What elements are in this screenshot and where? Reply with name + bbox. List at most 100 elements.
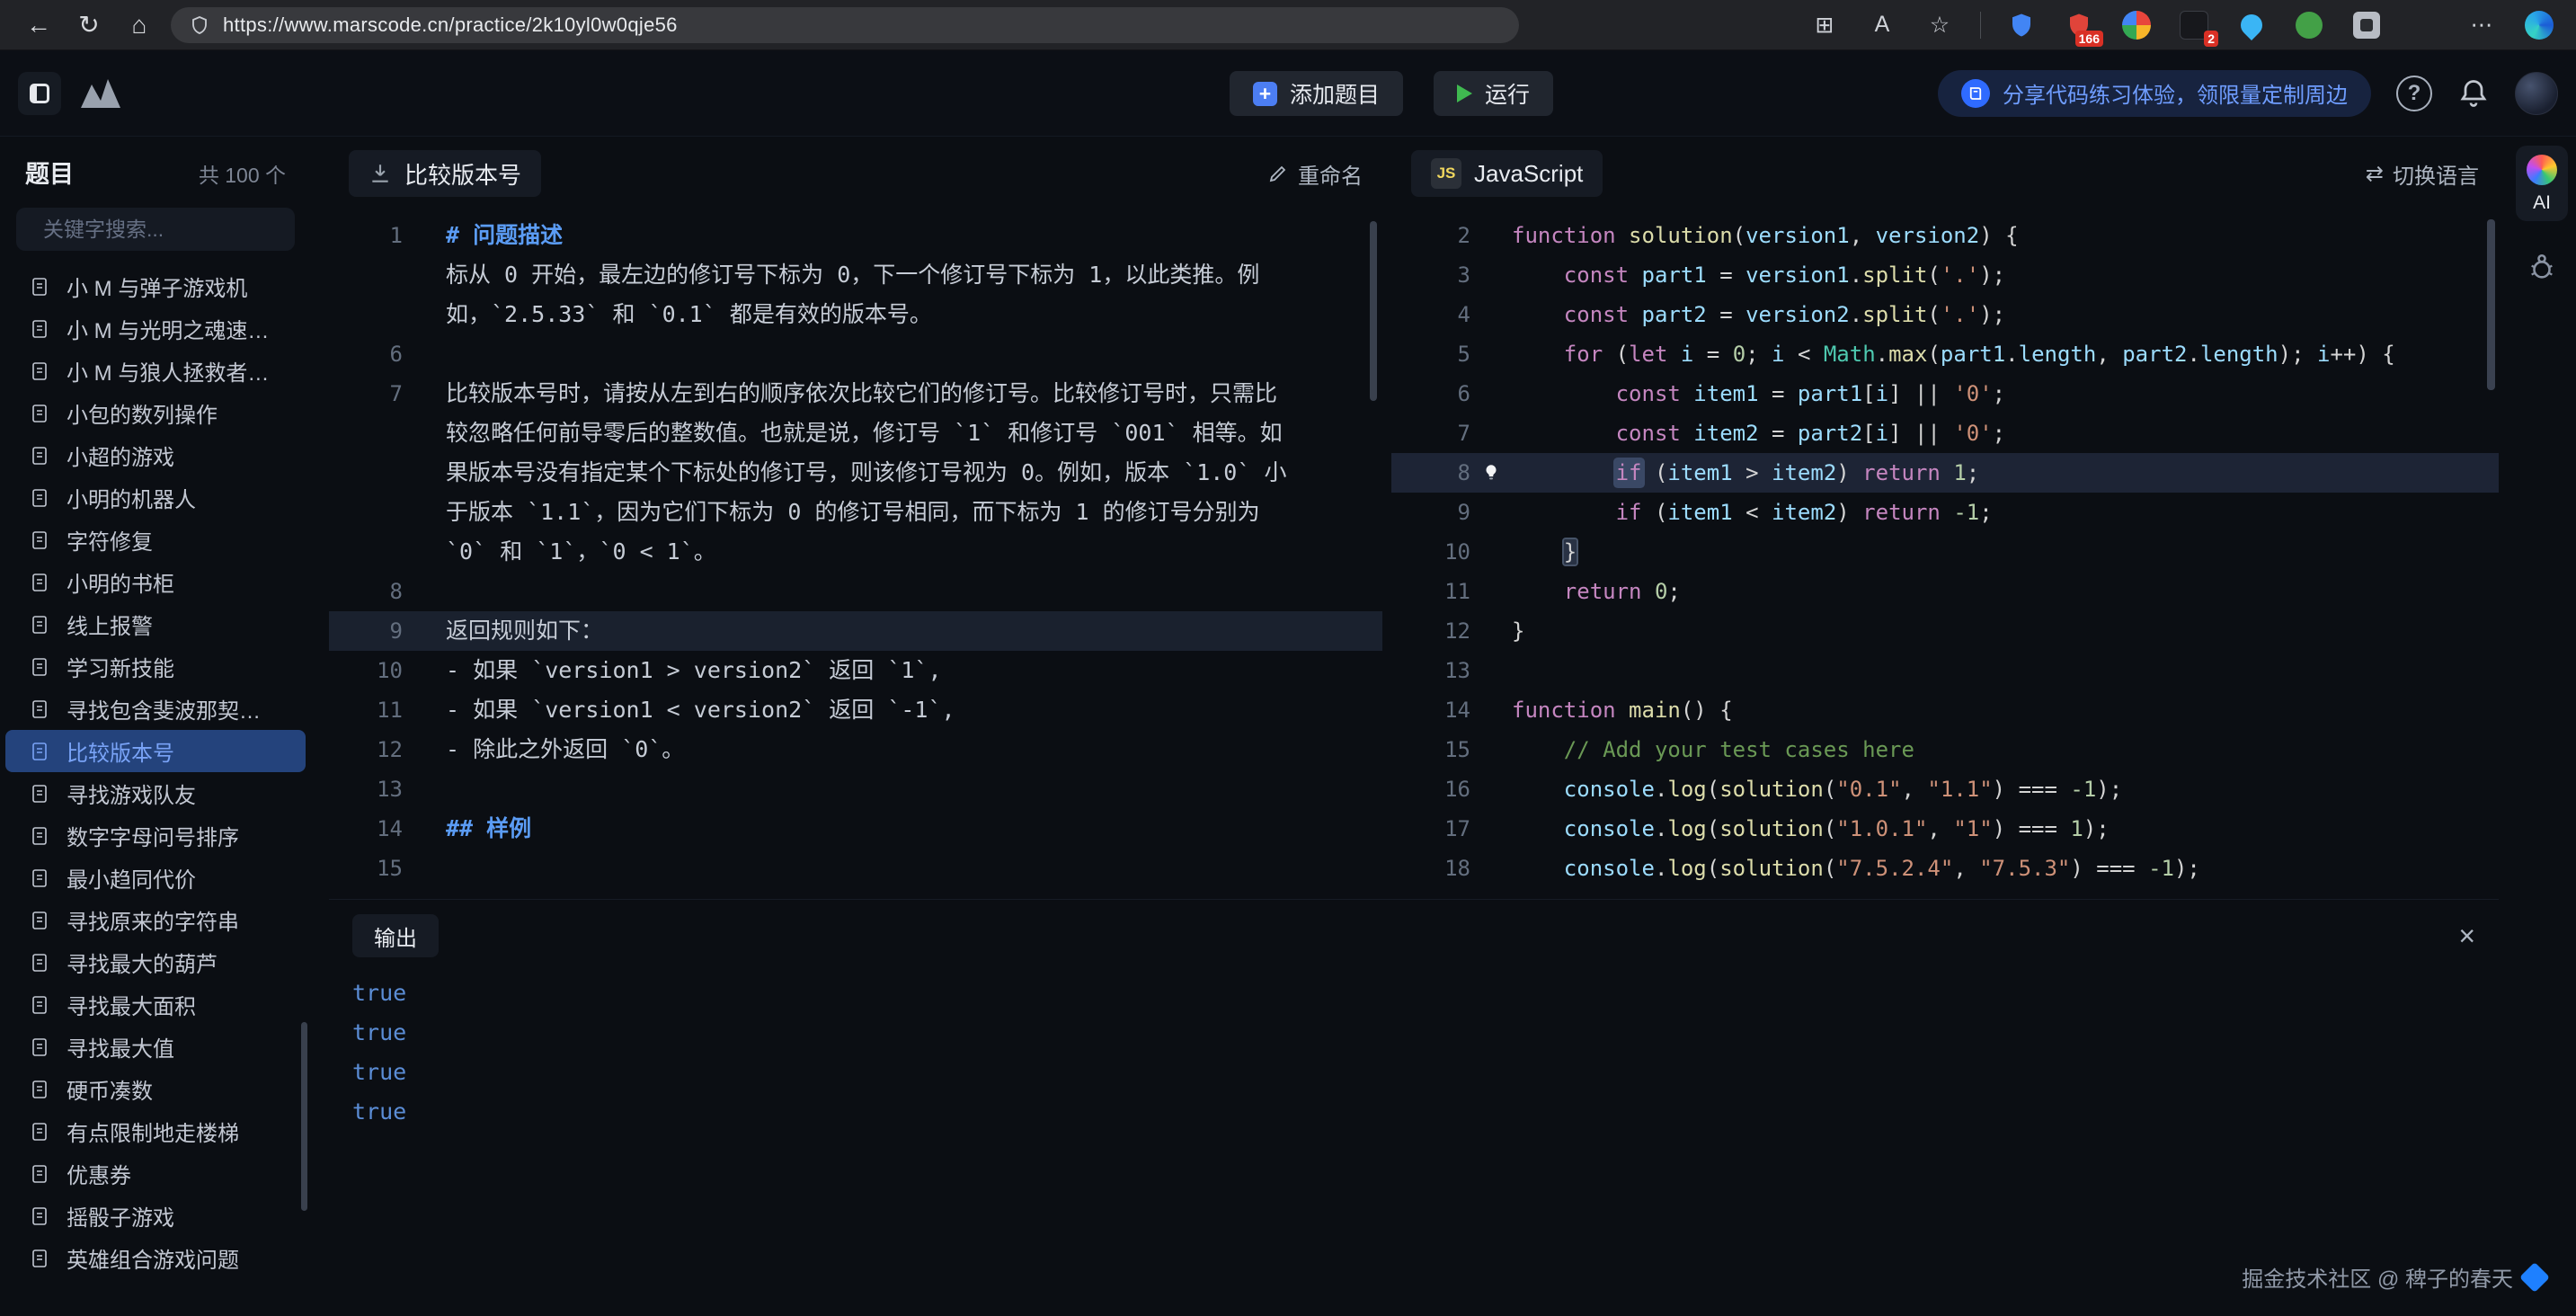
code-line[interactable]: 14function main() {: [1391, 690, 2499, 730]
sidebar-item-label: 小明的书柜: [67, 566, 174, 598]
code-editor[interactable]: 2function solution(version1, version2) {…: [1391, 210, 2499, 899]
output-tab[interactable]: 输出: [352, 914, 439, 957]
sidebar-item[interactable]: 硬币凑数: [5, 1068, 306, 1110]
share-banner[interactable]: 分享代码练习体验，领限量定制周边: [1938, 70, 2371, 117]
sidebar-item[interactable]: 数字字母问号排序: [5, 814, 306, 857]
reload-icon[interactable]: ↻: [70, 6, 108, 44]
code-line[interactable]: 11 return 0;: [1391, 572, 2499, 611]
markdown-row[interactable]: 8: [329, 572, 1382, 611]
code-line[interactable]: 3 const part1 = version1.split('.');: [1391, 255, 2499, 295]
sidebar-item[interactable]: 优惠券: [5, 1152, 306, 1195]
close-output-icon[interactable]: ×: [2458, 921, 2475, 950]
code-line[interactable]: 9 if (item1 < item2) return -1;: [1391, 493, 2499, 532]
markdown-row[interactable]: 14## 样例: [329, 809, 1382, 849]
markdown-row[interactable]: 较忽略任何前导零后的整数值。也就是说，修订号 `1` 和修订号 `001` 相等…: [329, 413, 1382, 453]
add-problem-button[interactable]: + 添加题目: [1230, 71, 1403, 116]
drop-extension-icon[interactable]: [2234, 8, 2269, 42]
markdown-row[interactable]: 标从 0 开始，最左边的修订号下标为 0，下一个修订号下标为 1，以此类推。例: [329, 255, 1382, 295]
lightbulb-icon[interactable]: [1481, 463, 1501, 483]
dark-extension-icon[interactable]: 2: [2177, 8, 2211, 42]
markdown-row[interactable]: 9返回规则如下：: [329, 611, 1382, 651]
markdown-row[interactable]: 10- 如果 `version1 > version2` 返回 `1`,: [329, 651, 1382, 690]
sidebar-item[interactable]: 寻找最大的葫芦: [5, 941, 306, 983]
sidebar-scrollbar[interactable]: [301, 1022, 307, 1211]
code-line[interactable]: 12}: [1391, 611, 2499, 651]
sidebar-item[interactable]: 小 M 与光明之魂速…: [5, 307, 306, 350]
sidebar-item[interactable]: 英雄组合游戏问题: [5, 1237, 306, 1279]
code-line[interactable]: 7 const item2 = part2[i] || '0';: [1391, 413, 2499, 453]
sidebar-item[interactable]: 寻找原来的字符串: [5, 899, 306, 941]
code-line[interactable]: 18 console.log(solution("7.5.2.4", "7.5.…: [1391, 849, 2499, 888]
ai-assistant-button[interactable]: AI: [2516, 146, 2568, 221]
favorite-star-icon[interactable]: ☆: [1923, 8, 1957, 42]
markdown-row[interactable]: 1# 问题描述: [329, 216, 1382, 255]
markdown-row[interactable]: 6: [329, 334, 1382, 374]
code-line[interactable]: 4 const part2 = version2.split('.');: [1391, 295, 2499, 334]
markdown-scrollbar[interactable]: [1370, 221, 1377, 401]
code-scrollbar[interactable]: [2487, 219, 2495, 390]
sidebar-item[interactable]: 小明的书柜: [5, 561, 306, 603]
markdown-row[interactable]: 如，`2.5.33` 和 `0.1` 都是有效的版本号。: [329, 295, 1382, 334]
sidebar-item[interactable]: 有点限制地走楼梯: [5, 1110, 306, 1152]
read-aloud-icon[interactable]: A: [1865, 8, 1899, 42]
output-line: true: [352, 1092, 2499, 1132]
sidebar-item[interactable]: 最小趋同代价: [5, 857, 306, 899]
apps-grid-icon[interactable]: ⊞: [1808, 8, 1842, 42]
markdown-row[interactable]: 13: [329, 769, 1382, 809]
gray-extension-icon[interactable]: [2349, 8, 2384, 42]
more-menu-icon[interactable]: ⋯: [2465, 8, 2499, 42]
code-line[interactable]: 5 for (let i = 0; i < Math.max(part1.len…: [1391, 334, 2499, 374]
code-line[interactable]: 10 }: [1391, 532, 2499, 572]
markdown-editor[interactable]: 1# 问题描述标从 0 开始，最左边的修订号下标为 0，下一个修订号下标为 1，…: [329, 210, 1382, 899]
download-icon[interactable]: [2407, 8, 2441, 42]
language-chip[interactable]: JS JavaScript: [1411, 150, 1603, 197]
code-line[interactable]: 2function solution(version1, version2) {: [1391, 216, 2499, 255]
markdown-row[interactable]: 7比较版本号时，请按从左到右的顺序依次比较它们的修订号。比较修订号时，只需比: [329, 374, 1382, 413]
run-button[interactable]: 运行: [1434, 71, 1553, 116]
markdown-row[interactable]: 于版本 `1.1`，因为它们下标为 0 的修订号相同，而下标为 1 的修订号分别…: [329, 493, 1382, 532]
code-line[interactable]: 16 console.log(solution("0.1", "1.1") ==…: [1391, 769, 2499, 809]
back-icon[interactable]: ←: [20, 6, 58, 44]
sidebar-item[interactable]: 小 M 与狼人拯救者…: [5, 350, 306, 392]
notifications-bell-icon[interactable]: [2457, 77, 2490, 110]
sidebar-item[interactable]: 比较版本号: [5, 730, 306, 772]
code-line[interactable]: 13: [1391, 651, 2499, 690]
code-line[interactable]: 6 const item1 = part1[i] || '0';: [1391, 374, 2499, 413]
home-icon[interactable]: ⌂: [120, 6, 158, 44]
search-input[interactable]: [41, 217, 311, 243]
debug-button[interactable]: [2524, 252, 2560, 282]
sidebar-item[interactable]: 寻找最大面积: [5, 983, 306, 1026]
sidebar-item[interactable]: 小明的机器人: [5, 476, 306, 519]
rename-button[interactable]: 重命名: [1267, 158, 1363, 190]
browser-logo-icon[interactable]: [2522, 8, 2556, 42]
blue-shield-extension-icon[interactable]: [2004, 8, 2039, 42]
sidebar-item[interactable]: 线上报警: [5, 603, 306, 645]
sidebar-item[interactable]: 小包的数列操作: [5, 392, 306, 434]
problem-title-chip[interactable]: 比较版本号: [349, 150, 541, 197]
markdown-row[interactable]: `0` 和 `1`，`0 < 1`。: [329, 532, 1382, 572]
sidebar-item[interactable]: 寻找包含斐波那契…: [5, 688, 306, 730]
code-line[interactable]: 8 if (item1 > item2) return 1;: [1391, 453, 2499, 493]
help-icon[interactable]: ?: [2396, 76, 2432, 111]
green-extension-icon[interactable]: [2292, 8, 2326, 42]
search-box[interactable]: [16, 208, 295, 251]
markdown-row[interactable]: 11- 如果 `version1 < version2` 返回 `-1`,: [329, 690, 1382, 730]
collapse-sidebar-icon[interactable]: [18, 72, 61, 115]
switch-language-button[interactable]: ⇄ 切换语言: [2366, 158, 2479, 190]
sidebar-item[interactable]: 学习新技能: [5, 645, 306, 688]
code-line[interactable]: 15 // Add your test cases here: [1391, 730, 2499, 769]
sidebar-item[interactable]: 字符修复: [5, 519, 306, 561]
adblock-extension-icon[interactable]: 166: [2062, 8, 2096, 42]
sidebar-item[interactable]: 摇骰子游戏: [5, 1195, 306, 1237]
pinwheel-extension-icon[interactable]: [2119, 8, 2154, 42]
markdown-row[interactable]: 15: [329, 849, 1382, 888]
markdown-row[interactable]: 果版本号没有指定某个下标处的修订号，则该修订号视为 0。例如，版本 `1.0` …: [329, 453, 1382, 493]
sidebar-item[interactable]: 小超的游戏: [5, 434, 306, 476]
address-bar[interactable]: https://www.marscode.cn/practice/2k10yl0…: [171, 7, 1519, 43]
code-line[interactable]: 17 console.log(solution("1.0.1", "1") ==…: [1391, 809, 2499, 849]
user-avatar[interactable]: [2515, 72, 2558, 115]
sidebar-item[interactable]: 小 M 与弹子游戏机: [5, 265, 306, 307]
sidebar-item[interactable]: 寻找最大值: [5, 1026, 306, 1068]
markdown-row[interactable]: 12- 除此之外返回 `0`。: [329, 730, 1382, 769]
sidebar-item[interactable]: 寻找游戏队友: [5, 772, 306, 814]
